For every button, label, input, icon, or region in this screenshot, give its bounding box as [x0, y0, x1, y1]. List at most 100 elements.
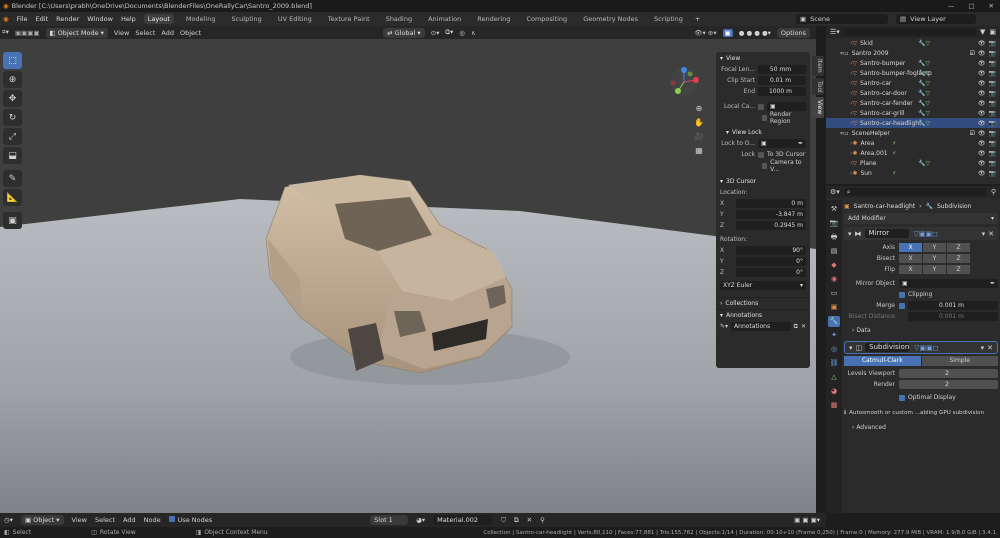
cursor-location-z[interactable]: 0.2945 m	[736, 221, 806, 230]
transform-orientation-dropdown[interactable]: ⇄ Global ▾	[383, 27, 425, 38]
outliner-item[interactable]: 🔧▽ › ▽ Plane 👁 📷	[826, 158, 1000, 168]
outliner-item[interactable]: ⚡ › ✺ Area.001 👁 📷	[826, 148, 1000, 158]
modifier-tab-icon[interactable]: 🔧	[828, 316, 840, 327]
shader-type-dropdown[interactable]: ▣ Object ▾	[20, 515, 64, 525]
modifier-icons[interactable]: 🔧▽	[918, 90, 930, 97]
tab-modeling[interactable]: Modeling	[182, 14, 220, 24]
output-tab-icon[interactable]: 🖶	[828, 232, 840, 243]
view-lock-header[interactable]: ▾ View Lock	[716, 126, 810, 138]
options-dropdown[interactable]: Options	[776, 27, 810, 38]
viewport-menu-view[interactable]: View	[114, 29, 129, 37]
use-nodes-toggle[interactable]: Use Nodes	[168, 516, 212, 524]
eye-icon[interactable]: 👁	[978, 170, 986, 177]
scale-tool[interactable]: ⤢	[3, 128, 22, 145]
outliner-editor-icon[interactable]: ☰▾	[830, 28, 840, 36]
menu-file[interactable]: File	[17, 15, 28, 23]
camera-view-icon[interactable]: 🎥	[694, 132, 704, 142]
visibility-icons[interactable]: 👁 📷	[978, 140, 996, 147]
eye-icon[interactable]: 👁	[978, 80, 986, 87]
add-workspace-icon[interactable]: +	[695, 15, 700, 23]
camera-icon[interactable]: 📷	[989, 50, 996, 57]
outliner-search-input[interactable]	[843, 28, 976, 36]
outliner-item[interactable]: ▾ ▭ Santro 2009 ☑ 👁 📷	[826, 48, 1000, 58]
subdivision-modifier-header[interactable]: ▾ ◫ Subdivision ▽▣▣◻ ▾ ✕	[844, 341, 998, 354]
menu-edit[interactable]: Edit	[36, 15, 49, 23]
outliner-item[interactable]: 🔧▽ › ▽ Santro-car-fender 👁 📷	[826, 98, 1000, 108]
mirror-data-subpanel[interactable]: › Data	[844, 325, 998, 336]
outliner-item[interactable]: 🔧▽ › ▽ Santro-car 👁 📷	[826, 78, 1000, 88]
catmull-clark-button[interactable]: Catmull-Clark	[844, 356, 921, 366]
falloff-icon[interactable]: ∧	[471, 29, 476, 37]
sidebar-tab-item[interactable]: Item	[812, 56, 824, 76]
viewport-menu-object[interactable]: Object	[180, 29, 201, 37]
subdivision-type-toggle[interactable]: Catmull-Clark Simple	[844, 356, 998, 366]
mirror-object-field[interactable]: ▣ ✒	[899, 279, 998, 288]
camera-icon[interactable]: 📷	[989, 160, 996, 167]
pan-hand-icon[interactable]: ✋	[694, 118, 704, 128]
pin-node-icon[interactable]: ⚲	[540, 516, 545, 524]
eye-icon[interactable]: 👁	[978, 110, 986, 117]
visibility-icons[interactable]: 👁 📷	[978, 120, 996, 127]
levels-viewport-field[interactable]: 2	[899, 369, 998, 378]
add-cube-tool[interactable]: ▣	[3, 212, 22, 229]
pin-icon[interactable]: ⚲	[991, 188, 996, 196]
cursor-rotation-z[interactable]: 0°	[736, 268, 806, 277]
render-tab-icon[interactable]: 📷	[828, 218, 840, 229]
modifier-icons[interactable]: 🔧▽	[918, 80, 930, 87]
camera-icon[interactable]: 📷	[989, 110, 996, 117]
mirror-eyedropper-icon[interactable]: ✒	[990, 280, 995, 287]
cursor-location-x[interactable]: 0 m	[736, 199, 806, 208]
eyedropper-icon[interactable]: ✒	[798, 140, 803, 147]
modifier-icons[interactable]: 🔧▽	[918, 70, 930, 77]
clipping-checkbox[interactable]	[899, 291, 905, 298]
optimal-display-checkbox[interactable]	[899, 394, 905, 401]
snap-icon[interactable]: ⧉▾	[445, 28, 453, 37]
modifier-icons[interactable]: 🔧▽	[918, 110, 930, 117]
outliner-item[interactable]: 🔧▽ › ▽ Santro-car-headlight 👁 📷	[826, 118, 1000, 128]
modifier-icons[interactable]: 🔧▽	[918, 160, 930, 167]
close-icon[interactable]: ✕	[989, 2, 994, 10]
tab-uv-editing[interactable]: UV Editing	[274, 14, 316, 24]
object-mode-dropdown[interactable]: ◧ Object Mode ▾	[45, 27, 108, 38]
properties-editor-icon[interactable]: ⚙▾	[830, 188, 840, 196]
scene-selector[interactable]: ▣ Scene	[796, 14, 888, 24]
eye-icon[interactable]: 👁	[978, 140, 986, 147]
focal-length-field[interactable]: 50 mm	[758, 65, 806, 74]
to-3d-cursor-checkbox[interactable]	[758, 151, 764, 158]
visibility-icons[interactable]: 👁 📷	[978, 170, 996, 177]
tool-tab-icon[interactable]: ⚒	[828, 204, 840, 215]
collection-tab-icon[interactable]: ▭	[828, 288, 840, 299]
minimize-icon[interactable]: —	[948, 2, 955, 10]
editor-type-icon[interactable]: ⌗▾	[2, 28, 9, 37]
new-icon[interactable]: ✕	[801, 323, 806, 330]
constraints-tab-icon[interactable]: ⛓	[828, 358, 840, 369]
eye-icon[interactable]: 👁	[978, 40, 986, 47]
scene-tab-icon[interactable]: ◆	[828, 260, 840, 271]
outliner-item[interactable]: 🔧▽ › ▽ Santro-car-door 👁 📷	[826, 88, 1000, 98]
node-overlay-icons[interactable]: ▣ ▣ ▣▾	[794, 516, 820, 524]
mirror-axis-toggle[interactable]: XYZ	[899, 243, 970, 252]
modifier-icons[interactable]: 🔧▽	[918, 40, 930, 47]
object-tab-icon[interactable]: ▣	[828, 302, 840, 313]
clip-start-field[interactable]: 0.01 m	[758, 76, 806, 85]
rotate-tool[interactable]: ↻	[3, 109, 22, 126]
maximize-icon[interactable]: □	[968, 2, 974, 10]
eye-icon[interactable]: 👁	[978, 150, 986, 157]
select-box-tool[interactable]: ⬚	[3, 52, 22, 69]
cursor-rotation-y[interactable]: 0°	[736, 257, 806, 266]
unlink-material-icon[interactable]: ✕	[527, 516, 532, 524]
perspective-grid-icon[interactable]: ▦	[694, 146, 704, 156]
data-tab-icon[interactable]: △	[828, 372, 840, 383]
viewport-menu-add[interactable]: Add	[161, 29, 174, 37]
cursor-location-y[interactable]: -3.847 m	[736, 210, 806, 219]
measure-tool[interactable]: 📐	[3, 189, 22, 206]
camera-icon[interactable]: 📷	[989, 120, 996, 127]
zoom-icon[interactable]: ⊕	[694, 104, 704, 114]
mirror-dropdown-icon[interactable]: ▾	[982, 230, 986, 238]
cursor-rotation-x[interactable]: 90°	[736, 246, 806, 255]
camera-icon[interactable]: 📷	[989, 150, 996, 157]
annotations-datablock[interactable]: Annotations	[731, 322, 791, 331]
camera-icon[interactable]: 📷	[989, 170, 996, 177]
move-tool[interactable]: ✥	[3, 90, 22, 107]
local-camera-checkbox[interactable]	[758, 103, 764, 110]
